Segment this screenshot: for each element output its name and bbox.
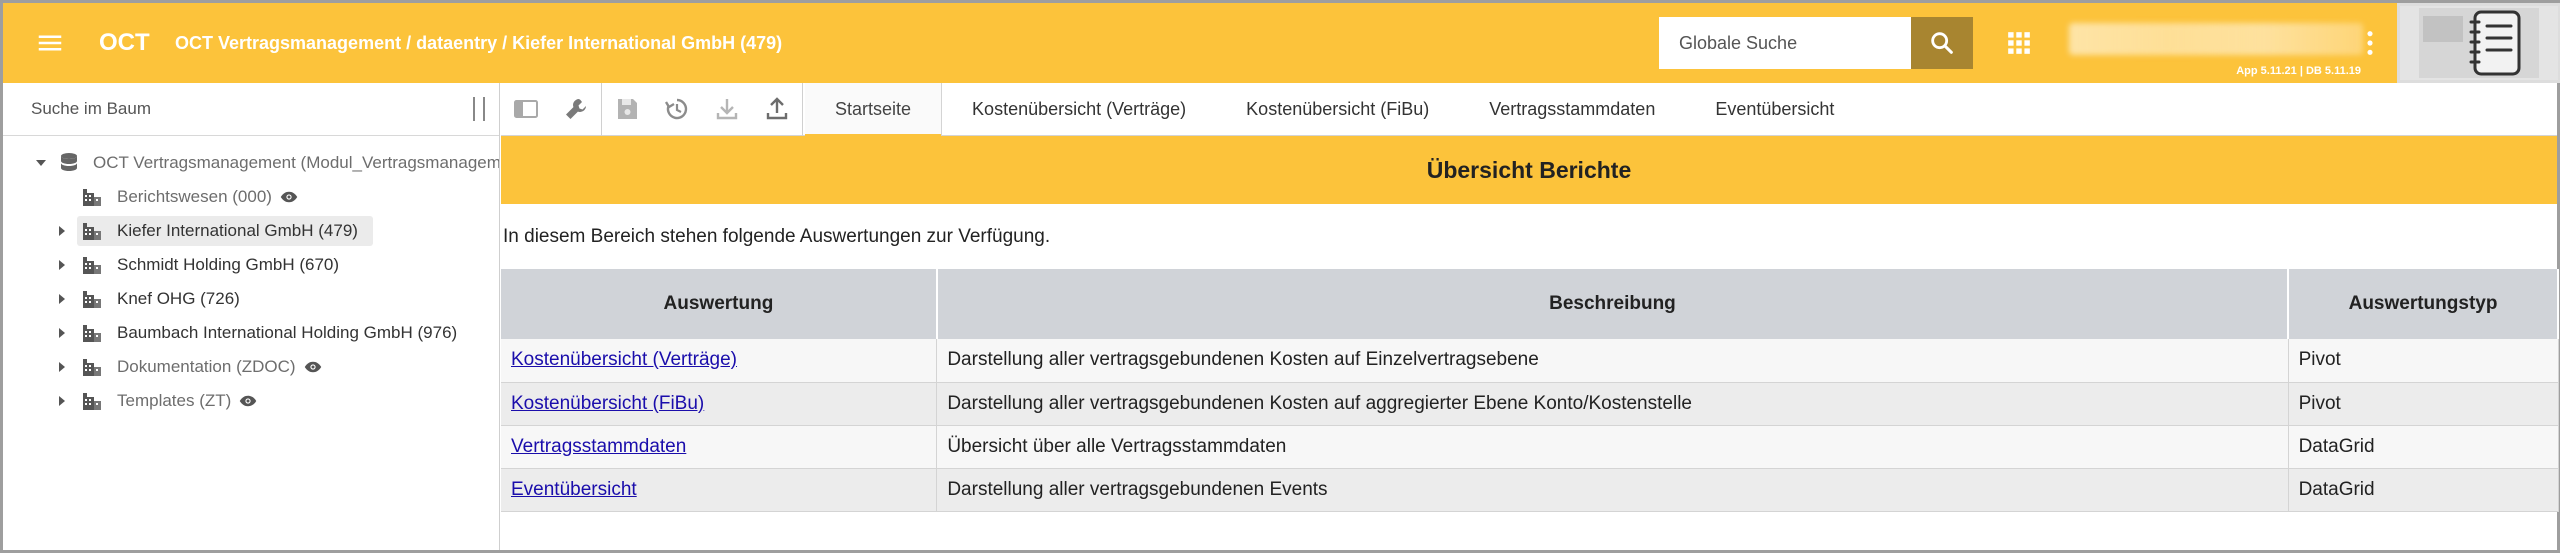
tree-node[interactable]: Knef OHG (726)	[3, 282, 499, 316]
tree-node-label: Berichtswesen (000)	[117, 187, 272, 206]
table-row: Vertragsstammdaten Übersicht über alle Ve…	[501, 425, 2559, 469]
report-type: Pivot	[2288, 382, 2559, 426]
search-icon	[1931, 32, 1953, 54]
search-button[interactable]	[1911, 17, 1973, 69]
tree-node[interactable]: Berichtswesen (000)	[3, 180, 499, 214]
report-link[interactable]: Eventübersicht	[511, 479, 637, 500]
building-icon	[81, 254, 103, 276]
save-icon	[618, 99, 637, 119]
top-bar: OCT OCT Vertragsmanagement / dataentry /…	[3, 3, 2560, 83]
save-button[interactable]	[602, 83, 652, 136]
tree-node-label: OCT Vertragsmanagement (Modul_Vertragsma…	[93, 153, 499, 172]
version-label: App 5.11.21 | DB 5.11.19	[2236, 65, 2361, 77]
report-type: DataGrid	[2288, 425, 2559, 469]
tab-2[interactable]: Kostenübersicht (FiBu)	[1216, 83, 1459, 136]
report-description: Übersicht über alle Vertragsstammdaten	[936, 425, 2289, 469]
reports-table: Auswertung Beschreibung Auswertungstyp K…	[501, 269, 2559, 512]
expand-arrow-down-icon[interactable]	[35, 156, 47, 170]
tree-search-bar	[3, 83, 499, 136]
download-icon	[716, 99, 738, 120]
history-icon	[664, 98, 688, 120]
tree-panel: OCT Vertragsmanagement (Modul_Vertragsma…	[3, 83, 500, 550]
column-header-beschreibung: Beschreibung	[936, 269, 2290, 339]
tab-0[interactable]: Startseite	[805, 82, 943, 136]
tree-node[interactable]: OCT Vertragsmanagement (Modul_Vertragsma…	[3, 146, 499, 180]
upload-button[interactable]	[752, 83, 802, 136]
main-content: Startseite Kostenübersicht (Verträge) Kost…	[501, 82, 2559, 550]
visibility-icon[interactable]	[239, 394, 257, 408]
menu-icon	[38, 35, 62, 51]
expand-arrow-right-icon[interactable]	[55, 258, 69, 272]
tree-node-label: Templates (ZT)	[117, 391, 232, 410]
panel-splitter-handle[interactable]	[473, 97, 485, 121]
expand-arrow-right-icon[interactable]	[55, 326, 69, 340]
global-search	[1659, 17, 1973, 69]
tree-node-label: Knef OHG (726)	[117, 289, 240, 308]
report-link[interactable]: Kostenübersicht (FiBu)	[511, 393, 704, 414]
settings-wrench-button[interactable]	[551, 83, 601, 136]
database-icon	[59, 152, 79, 174]
table-row: Kostenübersicht (Verträge) Darstellung al…	[501, 339, 2559, 383]
notebook-logo-icon	[2419, 8, 2539, 78]
expand-arrow-right-icon[interactable]	[55, 292, 69, 306]
tree-node[interactable]: Schmidt Holding GmbH (670)	[3, 248, 499, 282]
upload-icon	[766, 97, 788, 120]
apps-grid-icon[interactable]	[2006, 30, 2032, 56]
report-intro-text: In diesem Bereich stehen folgende Auswer…	[503, 226, 1051, 247]
report-type: Pivot	[2288, 339, 2559, 383]
expand-arrow-right-icon[interactable]	[55, 360, 69, 374]
table-row: Kostenübersicht (FiBu) Darstellung aller …	[501, 382, 2559, 426]
visibility-icon[interactable]	[280, 190, 298, 204]
building-icon	[81, 220, 103, 242]
tab-4[interactable]: Eventübersicht	[1685, 83, 1864, 136]
tree-node[interactable]: Baumbach International Holding GmbH (976…	[3, 316, 499, 350]
global-search-input[interactable]	[1659, 17, 1911, 69]
report-link[interactable]: Kostenübersicht (Verträge)	[511, 349, 737, 370]
hamburger-menu-button[interactable]	[3, 3, 97, 83]
building-icon	[81, 356, 103, 378]
more-vert-icon[interactable]	[2365, 29, 2375, 57]
breadcrumb: OCT Vertragsmanagement / dataentry / Kie…	[175, 32, 783, 53]
table-row: Eventübersicht Darstellung aller vertrags…	[501, 468, 2559, 512]
report-description: Darstellung aller vertragsgebundenen Kos…	[936, 339, 2289, 383]
report-title: Übersicht Berichte	[501, 136, 2557, 204]
expand-arrow-right-icon[interactable]	[55, 394, 69, 408]
panel-icon	[514, 100, 538, 118]
column-header-auswertung: Auswertung	[501, 269, 938, 339]
user-info-blurred[interactable]	[2069, 23, 2363, 55]
table-header-row: Auswertung Beschreibung Auswertungstyp	[501, 269, 2559, 339]
tree-node-label: Kiefer International GmbH (479)	[117, 221, 358, 240]
company-logo	[2397, 3, 2560, 83]
tree-node[interactable]: Dokumentation (ZDOC)	[3, 350, 499, 384]
expand-arrow-right-icon[interactable]	[55, 224, 69, 238]
tree-node-label: Schmidt Holding GmbH (670)	[117, 255, 340, 274]
tree-node[interactable]: Templates (ZT)	[3, 384, 499, 418]
tab-3[interactable]: Vertragsstammdaten	[1459, 83, 1685, 136]
tree-view: OCT Vertragsmanagement (Modul_Vertragsma…	[3, 136, 499, 418]
building-icon	[81, 390, 103, 412]
report-description: Darstellung aller vertragsgebundenen Eve…	[936, 468, 2289, 512]
report-description: Darstellung aller vertragsgebundenen Kos…	[936, 382, 2289, 426]
wrench-icon	[566, 99, 586, 119]
building-icon	[81, 288, 103, 310]
column-header-auswertungstyp: Auswertungstyp	[2288, 269, 2559, 339]
tree-node-label: Baumbach International Holding GmbH (976…	[117, 323, 458, 342]
app-name: OCT	[99, 29, 150, 56]
visibility-icon[interactable]	[304, 360, 322, 374]
history-button[interactable]	[652, 83, 702, 136]
report-link[interactable]: Vertragsstammdaten	[511, 436, 686, 457]
building-icon	[81, 322, 103, 344]
building-icon	[81, 186, 103, 208]
toggle-panel-button[interactable]	[501, 83, 551, 136]
tab-1[interactable]: Kostenübersicht (Verträge)	[942, 83, 1216, 136]
tree-node[interactable]: Kiefer International GmbH (479)	[3, 214, 499, 248]
tree-node-label: Dokumentation (ZDOC)	[117, 357, 296, 376]
tree-search-input[interactable]	[3, 89, 473, 129]
tab-bar: Startseite Kostenübersicht (Verträge) Kost…	[805, 82, 1864, 136]
download-button[interactable]	[702, 83, 752, 136]
toolbar: Startseite Kostenübersicht (Verträge) Kost…	[501, 82, 2557, 136]
report-type: DataGrid	[2288, 468, 2559, 512]
